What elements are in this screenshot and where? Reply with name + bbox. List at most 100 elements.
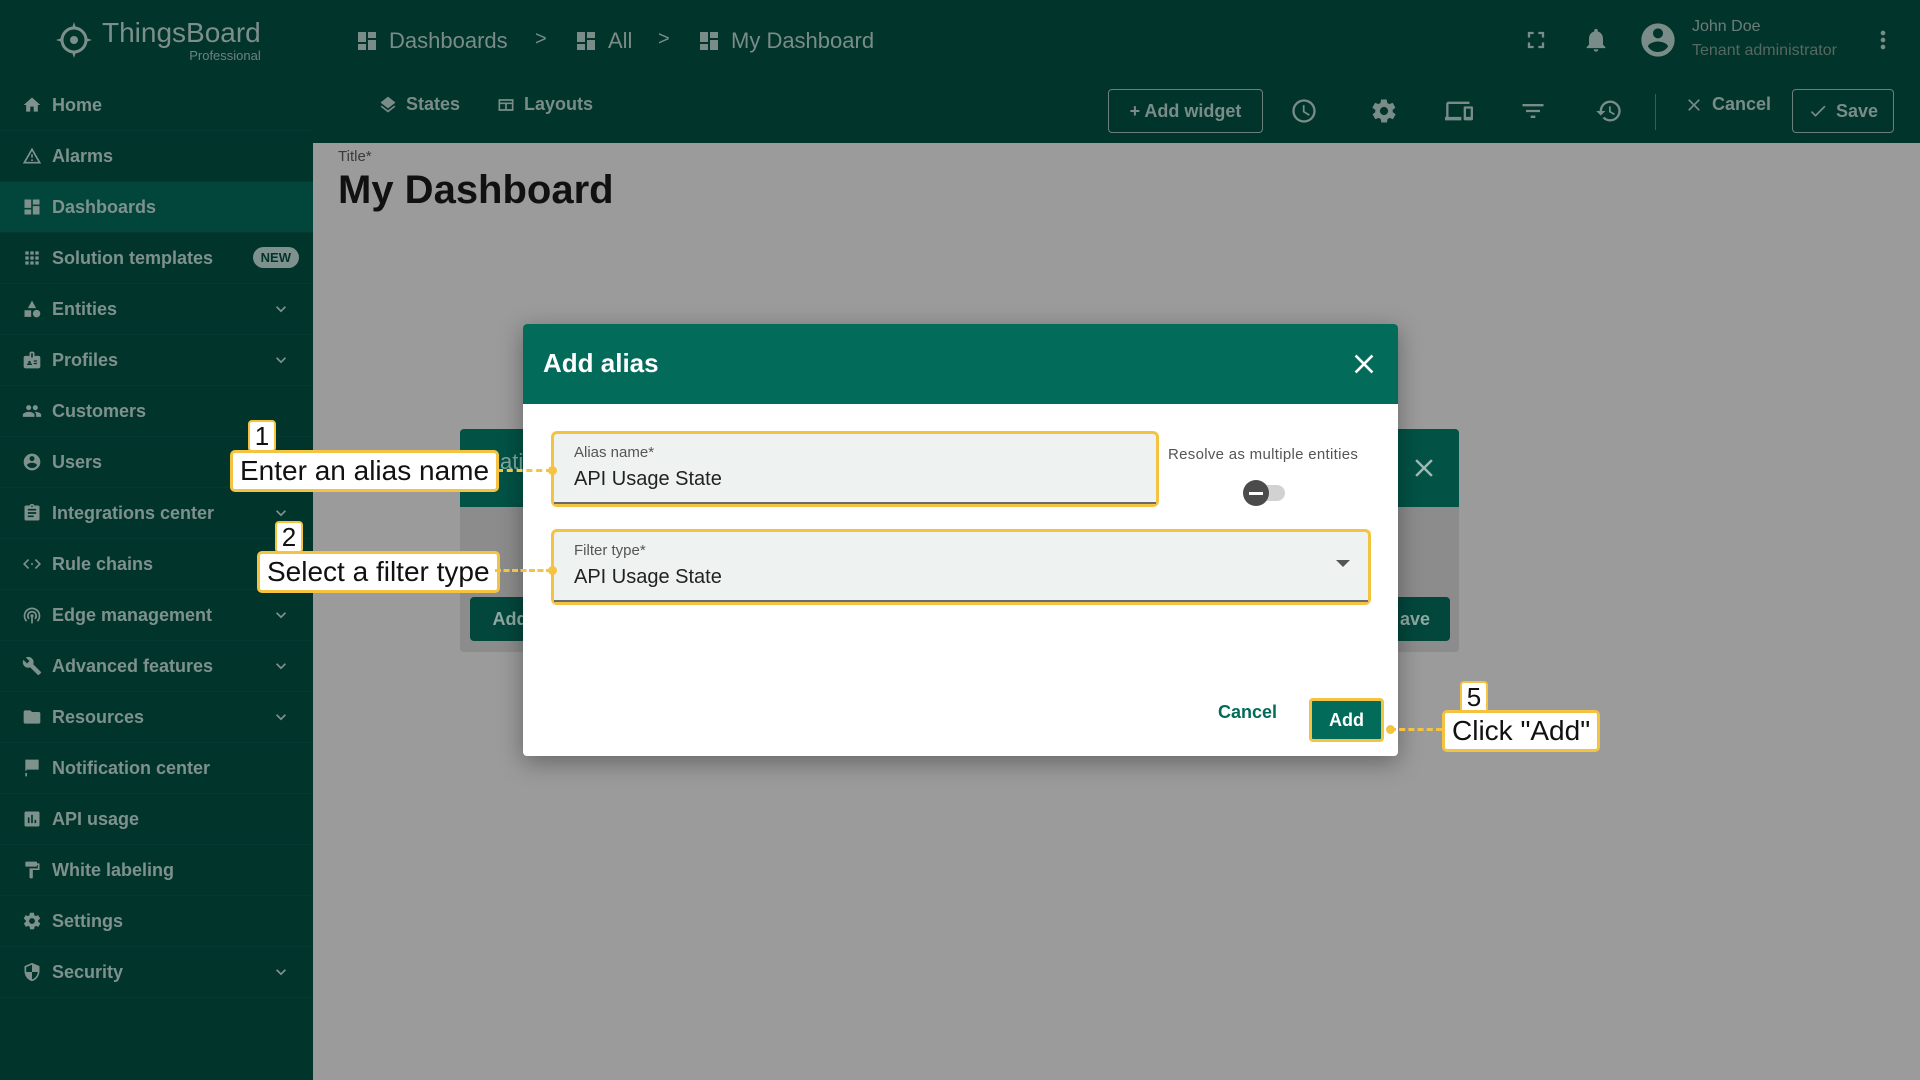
sidebar-item-api-usage[interactable]: API usage: [0, 794, 313, 845]
gear-icon[interactable]: [1370, 97, 1398, 125]
close-icon[interactable]: [1348, 348, 1380, 380]
shield-icon: [22, 962, 42, 982]
filter-type-value: API Usage State: [574, 566, 722, 588]
check-icon: [1810, 105, 1826, 117]
chevron-down-icon[interactable]: [271, 350, 291, 370]
field-underline: [554, 502, 1156, 504]
sidebar-item-label: Resources: [52, 706, 145, 727]
app-name: ThingsBoard: [102, 16, 261, 48]
field-underline: [554, 600, 1368, 602]
sidebar-item-dashboards[interactable]: Dashboards: [0, 182, 313, 233]
sidebar-item-label: Notification center: [52, 757, 211, 778]
sidebar-item-profiles[interactable]: Profiles: [0, 335, 313, 386]
user-role: Tenant administrator: [1692, 42, 1837, 59]
chevron-down-icon[interactable]: [271, 299, 291, 319]
close-icon[interactable]: [1409, 453, 1439, 483]
code-icon: [22, 554, 42, 574]
dialog-title: Add alias: [543, 348, 659, 378]
sidebar-item-integrations-center[interactable]: Integrations center: [0, 488, 313, 539]
app-logo[interactable]: ThingsBoard Professional: [0, 0, 313, 80]
add-alias-dialog-header: Add alias: [523, 324, 1398, 404]
folder-icon: [22, 707, 42, 727]
dropdown-arrow-icon[interactable]: [1336, 560, 1350, 567]
callout-number-5: 5: [1460, 681, 1488, 713]
add-widget-button[interactable]: + Add widget: [1108, 89, 1263, 133]
filter-type-select[interactable]: Filter type* API Usage State: [551, 529, 1371, 605]
sidebar-item-label: Customers: [52, 400, 147, 421]
save-label: Save: [1835, 100, 1879, 121]
chevron-down-icon[interactable]: [271, 656, 291, 676]
callout-connector: [1390, 728, 1442, 731]
sidebar-item-label: Entities: [52, 298, 118, 319]
page-title[interactable]: My Dashboard: [338, 168, 614, 213]
add-alias-dialog: Add alias Alias name* API Usage State Re…: [523, 324, 1398, 756]
layers-icon: [380, 96, 396, 112]
chevron-down-icon[interactable]: [271, 503, 291, 523]
callout-click-add: Click "Add": [1442, 710, 1601, 752]
save-button[interactable]: Save: [1792, 89, 1894, 133]
states-label: States: [406, 94, 461, 114]
sidebar-item-solution-templates[interactable]: Solution templates NEW: [0, 233, 313, 284]
gear-icon: [22, 911, 42, 931]
states-button[interactable]: States: [378, 94, 460, 115]
cancel-label: Cancel: [1712, 94, 1772, 114]
breadcrumb-all[interactable]: All: [574, 28, 632, 54]
sidebar-item-label: Edge management: [52, 604, 213, 625]
integrations-icon: [22, 503, 42, 523]
entities-icon: [22, 299, 42, 319]
sidebar-item-home[interactable]: Home: [0, 80, 313, 131]
sidebar-item-label: API usage: [52, 808, 140, 829]
sidebar-item-notification-center[interactable]: Notification center: [0, 743, 313, 794]
dialog-add-button[interactable]: Add: [1309, 698, 1384, 742]
bell-icon[interactable]: [1582, 26, 1610, 54]
sidebar-item-label: Rule chains: [52, 553, 154, 574]
sidebar-item-advanced-features[interactable]: Advanced features: [0, 641, 313, 692]
clock-icon[interactable]: [1290, 97, 1318, 125]
thingsboard-logo-icon: [56, 22, 92, 58]
callout-connector: [495, 569, 552, 572]
alarm-icon: [22, 146, 42, 166]
chevron-down-icon[interactable]: [271, 962, 291, 982]
layouts-icon: [498, 98, 514, 111]
filter-icon[interactable]: [1519, 97, 1547, 125]
breadcrumb-label: My Dashboard: [731, 28, 875, 53]
sidebar-item-entities[interactable]: Entities: [0, 284, 313, 335]
callout-select-filter-type: Select a filter type: [257, 551, 500, 593]
chart-icon: [22, 809, 42, 829]
layouts-button[interactable]: Layouts: [496, 94, 593, 115]
sidebar-item-edge-management[interactable]: Edge management: [0, 590, 313, 641]
sidebar-item-label: White labeling: [52, 859, 175, 880]
more-vert-icon[interactable]: [1869, 26, 1897, 54]
sidebar-item-alarms[interactable]: Alarms: [0, 131, 313, 182]
alias-name-input[interactable]: API Usage State: [574, 468, 722, 491]
home-icon: [22, 95, 42, 115]
sidebar-item-label: Solution templates: [52, 247, 214, 268]
customers-icon: [22, 401, 42, 421]
fullscreen-icon[interactable]: [1522, 26, 1550, 54]
dialog-cancel-button[interactable]: Cancel: [1218, 702, 1277, 723]
toggle-knob[interactable]: [1243, 480, 1269, 506]
new-badge: NEW: [252, 247, 299, 268]
devices-icon[interactable]: [1445, 97, 1473, 125]
sidebar-item-label: Settings: [52, 910, 124, 931]
dashboard-icon: [700, 32, 718, 50]
sidebar-item-resources[interactable]: Resources: [0, 692, 313, 743]
sidebar-item-label: Advanced features: [52, 655, 214, 676]
callout-dot: [548, 466, 557, 475]
sidebar-item-label: Profiles: [52, 349, 119, 370]
sidebar-item-security[interactable]: Security: [0, 947, 313, 998]
breadcrumb-dashboards[interactable]: Dashboards: [355, 28, 508, 54]
history-icon[interactable]: [1595, 97, 1623, 125]
user-name: John Doe: [1692, 18, 1761, 35]
alias-name-field[interactable]: Alias name* API Usage State: [551, 431, 1159, 507]
chevron-down-icon[interactable]: [271, 605, 291, 625]
paint-roller-icon: [22, 860, 42, 880]
callout-enter-alias-name: Enter an alias name: [230, 450, 500, 492]
sidebar-item-white-labeling[interactable]: White labeling: [0, 845, 313, 896]
avatar[interactable]: [1638, 20, 1678, 60]
breadcrumb-separator: >: [535, 28, 547, 50]
chevron-down-icon[interactable]: [271, 707, 291, 727]
sidebar-item-settings[interactable]: Settings: [0, 896, 313, 947]
cancel-button[interactable]: Cancel: [1684, 94, 1771, 115]
breadcrumb-label: Dashboards: [389, 28, 508, 53]
